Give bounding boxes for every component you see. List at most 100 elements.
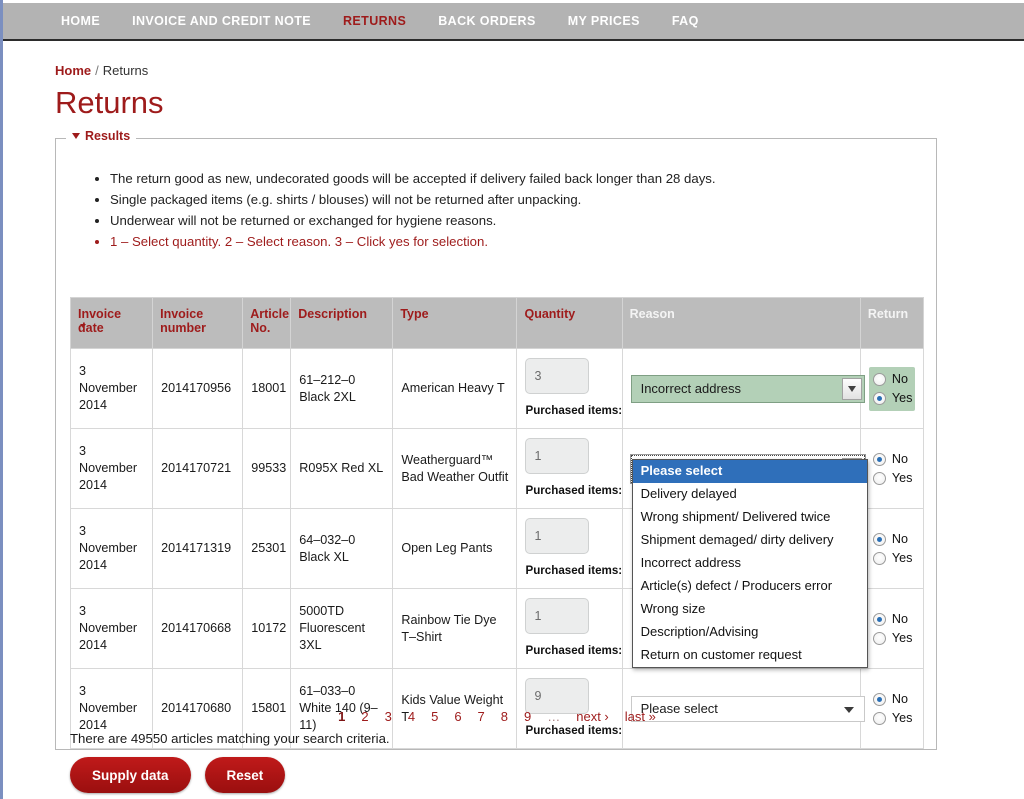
nav-item-faq[interactable]: FAQ — [656, 3, 715, 39]
note-item-instructions: 1 – Select quantity. 2 – Select reason. … — [110, 232, 716, 251]
breadcrumb-current: Returns — [102, 63, 149, 78]
column-header-type[interactable]: Type — [392, 297, 518, 349]
column-header-quantity[interactable]: Quantity — [516, 297, 623, 349]
quantity-input[interactable] — [525, 598, 590, 634]
sort-ascending-icon — [80, 324, 86, 328]
radio-circle-icon — [872, 372, 886, 386]
return-radio-no[interactable]: No — [872, 530, 911, 549]
radio-circle-selected-icon — [872, 532, 886, 546]
main-navigation-bar: HOME INVOICE AND CREDIT NOTE RETURNS BAC… — [3, 3, 1024, 41]
page-link-4[interactable]: 4 — [408, 709, 415, 724]
cell-quantity: Purchased items: 1 — [516, 588, 632, 669]
table-row: 3 November 2014 2014170721 99533 R095X R… — [69, 428, 925, 668]
page-link-6[interactable]: 6 — [454, 709, 461, 724]
column-header-invoice-number[interactable]: Invoice number — [152, 297, 244, 349]
dropdown-option[interactable]: Description/Advising — [633, 621, 867, 644]
return-radio-yes[interactable]: Yes — [872, 549, 913, 568]
page-link-1[interactable]: 1 — [338, 709, 345, 724]
breadcrumb-separator: / — [95, 63, 99, 78]
return-radio-no-label: No — [891, 371, 908, 386]
return-radio-yes-label: Yes — [891, 550, 913, 565]
return-radio-no[interactable]: No — [872, 370, 911, 389]
column-header-invoice-date[interactable]: Invoice date — [69, 297, 154, 349]
returns-table: Invoice date Invoice number Article No. … — [69, 297, 925, 749]
supply-data-button[interactable]: Supply data — [70, 757, 191, 793]
cell-description: 5000TD Fluorescent 3XL — [290, 588, 394, 669]
chevron-down-icon — [72, 133, 80, 139]
reason-select-value: Incorrect address — [640, 381, 742, 396]
dropdown-option[interactable]: Return on customer request — [633, 644, 867, 667]
cell-invoice-date: 3 November 2014 — [69, 508, 154, 589]
dropdown-option[interactable]: Shipment demaged/ dirty delivery — [633, 529, 867, 552]
page-link-9[interactable]: 9 — [524, 709, 531, 724]
nav-item-invoice-and-credit-note[interactable]: INVOICE AND CREDIT NOTE — [116, 3, 327, 39]
cell-quantity: Purchased items: 1 — [516, 428, 632, 509]
radio-circle-selected-icon — [872, 612, 886, 626]
dropdown-option[interactable]: Please select — [632, 460, 867, 483]
return-radio-group: No Yes — [868, 366, 915, 411]
return-radio-no[interactable]: No — [872, 450, 911, 469]
dropdown-option[interactable]: Wrong size — [633, 598, 867, 621]
page-link-2[interactable]: 2 — [361, 709, 368, 724]
cell-return: No Yes — [859, 508, 925, 589]
return-radio-yes-label: Yes — [891, 470, 913, 485]
pagination: 1 2 3 4 5 6 7 8 9 … next › last » — [70, 709, 924, 724]
nav-item-back-orders[interactable]: BACK ORDERS — [422, 3, 551, 39]
results-panel-label: Results — [85, 129, 131, 143]
column-header-reason: Reason — [621, 297, 861, 349]
chevron-down-icon[interactable] — [841, 377, 862, 400]
dropdown-option[interactable]: Article(s) defect / Producers error — [633, 575, 867, 598]
column-header-article-no[interactable]: Article No. — [242, 297, 292, 349]
note-item: The return good as new, undecorated good… — [110, 169, 716, 188]
reason-dropdown-list[interactable]: Please select Delivery delayed Wrong shi… — [631, 459, 868, 668]
cell-article-no: 10172 — [242, 588, 292, 669]
return-radio-yes[interactable]: Yes — [872, 469, 913, 488]
quantity-input[interactable] — [525, 518, 590, 554]
nav-item-my-prices[interactable]: MY PRICES — [552, 3, 656, 39]
pagination-ellipsis: … — [547, 709, 561, 724]
cell-description: 61–212–0 Black 2XL — [290, 348, 394, 429]
dropdown-option[interactable]: Incorrect address — [633, 552, 867, 575]
page-link-8[interactable]: 8 — [501, 709, 508, 724]
radio-circle-selected-icon — [872, 692, 886, 706]
cell-invoice-date: 3 November 2014 — [69, 428, 154, 509]
nav-item-home[interactable]: HOME — [45, 3, 116, 39]
dropdown-option[interactable]: Delivery delayed — [633, 483, 867, 506]
column-header-description[interactable]: Description — [290, 297, 394, 349]
cell-article-no: 25301 — [242, 508, 292, 589]
reason-select[interactable]: Incorrect address — [630, 374, 865, 403]
cell-invoice-date: 3 November 2014 — [69, 588, 154, 669]
page-link-3[interactable]: 3 — [385, 709, 392, 724]
cell-quantity: Purchased items: 1 — [516, 508, 632, 589]
quantity-input[interactable] — [525, 438, 590, 474]
radio-circle-selected-icon — [872, 452, 886, 466]
column-header-return: Return — [859, 297, 925, 349]
return-radio-no[interactable]: No — [872, 690, 911, 709]
return-radio-no-label: No — [891, 531, 908, 546]
return-radio-yes[interactable]: Yes — [872, 629, 912, 648]
page-link-7[interactable]: 7 — [478, 709, 485, 724]
note-item: Underwear will not be returned or exchan… — [110, 211, 716, 230]
page-link-5[interactable]: 5 — [431, 709, 438, 724]
quantity-input[interactable] — [525, 358, 590, 394]
pagination-last-link[interactable]: last » — [625, 709, 656, 724]
cell-reason: Incorrect address — [621, 348, 865, 429]
cell-invoice-date: 3 November 2014 — [69, 348, 154, 429]
reset-button[interactable]: Reset — [204, 757, 286, 793]
return-radio-no-label: No — [891, 691, 908, 706]
pagination-next-link[interactable]: next › — [576, 709, 609, 724]
nav-item-returns[interactable]: RETURNS — [327, 3, 422, 39]
dropdown-option[interactable]: Wrong shipment/ Delivered twice — [633, 506, 867, 529]
table-header-row: Invoice date Invoice number Article No. … — [69, 297, 925, 349]
cell-article-no: 18001 — [242, 348, 292, 429]
breadcrumb-home-link[interactable]: Home — [55, 63, 91, 78]
results-panel-toggle[interactable]: Results — [66, 129, 137, 143]
cell-description: R095X Red XL — [290, 428, 394, 509]
return-radio-yes[interactable]: Yes — [872, 389, 912, 408]
cell-type: Rainbow Tie Dye T–Shirt — [392, 588, 518, 669]
cell-invoice-number: 2014170721 — [152, 428, 244, 509]
return-radio-no[interactable]: No — [872, 610, 911, 629]
cell-quantity: Purchased items: 6 — [516, 348, 632, 429]
radio-circle-icon — [872, 471, 886, 485]
purchased-items-label: Purchased items: 9 — [525, 724, 632, 737]
